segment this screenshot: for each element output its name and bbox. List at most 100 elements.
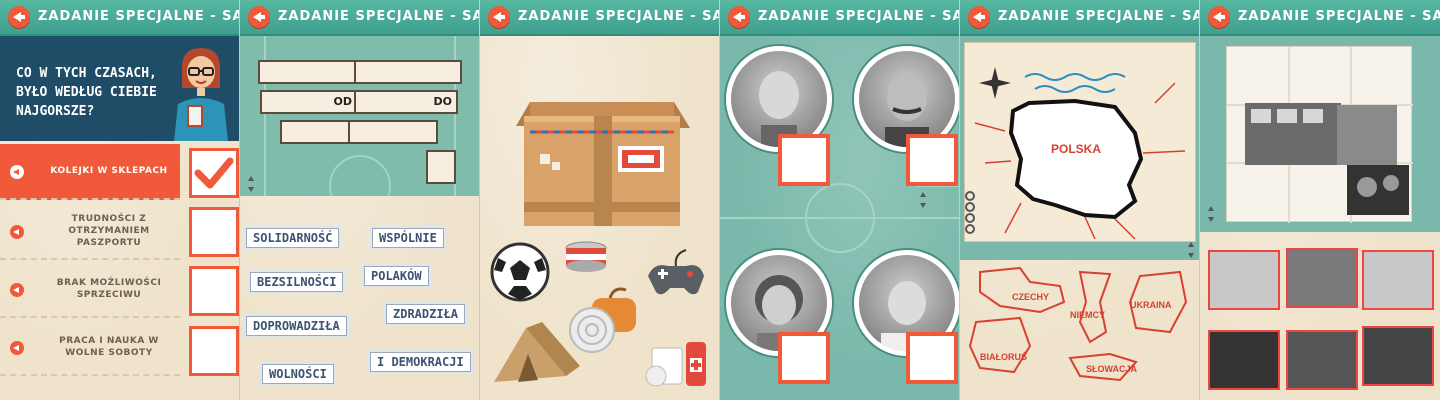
scroll-arrows-icon[interactable] [918, 192, 928, 208]
drop-slot[interactable] [280, 120, 352, 144]
panel-title: ZADANIE SPECJALNE - SALA G [278, 9, 479, 24]
match-box[interactable] [778, 134, 830, 186]
back-arrow-icon[interactable] [488, 6, 510, 28]
panel-header: ZADANIE SPECJALNE - SALA B [0, 0, 239, 36]
panel-title: ZADANIE SPECJALNE - SALA A [758, 9, 959, 24]
answer-bullet-icon [10, 225, 24, 239]
answer-label: BRAK MOŻLIWOŚCI SPRZECIWU [56, 278, 162, 300]
puzzle-image [1227, 47, 1413, 223]
word-tile[interactable]: ZDRADZIŁA [386, 304, 466, 324]
scroll-arrows-icon[interactable] [246, 176, 256, 192]
back-arrow-icon[interactable] [968, 6, 990, 28]
answer-label: PRACA I NAUKA W WOLNE SOBOTY [59, 336, 159, 358]
panel-sala-e: ZADANIE SPECJALNE - SALA E [1200, 0, 1440, 400]
panel-title: ZADANIE SPECJALNE - SALA B [38, 9, 239, 24]
tin-can-icon[interactable] [565, 241, 607, 272]
map-piece [1078, 270, 1112, 344]
answer-checkbox[interactable] [189, 326, 239, 376]
country-label: BIAŁORUŚ [980, 352, 1027, 362]
question-text: CO W TYCH CZASACH, BYŁO WEDŁUG CIEBIE NA… [16, 66, 157, 119]
spiral-binding-icon [960, 190, 976, 234]
word-tile[interactable]: BEZSILNOŚCI [250, 272, 344, 292]
map-piece [979, 266, 1066, 314]
teacher-avatar [174, 48, 228, 141]
question-box: CO W TYCH CZASACH, BYŁO WEDŁUG CIEBIE NA… [0, 36, 239, 141]
word-tile[interactable]: WSPÓLNIE [372, 228, 444, 248]
panel-header: ZADANIE SPECJALNE - SALA A [720, 0, 959, 36]
drop-slot-do[interactable]: DO [354, 90, 458, 114]
tent-icon[interactable] [494, 322, 580, 382]
drop-slot[interactable] [426, 150, 456, 184]
back-arrow-icon[interactable] [8, 6, 30, 28]
puzzle-piece[interactable] [1286, 330, 1358, 390]
do-label: DO [433, 95, 452, 108]
country-label: UKRAINA [1130, 300, 1172, 310]
sentence-board: OD DO [240, 36, 479, 196]
answer-checkbox[interactable] [189, 207, 239, 257]
puzzle-piece[interactable] [1208, 250, 1280, 310]
panel-title: ZADANIE SPECJALNE - SALA E [1238, 9, 1440, 24]
drop-slot[interactable] [354, 60, 462, 84]
puzzle-board [1200, 36, 1440, 232]
football-icon[interactable] [490, 242, 550, 302]
answer-option[interactable]: TRUDNOŚCI Z OTRZYMANIEM PASZPORTU [0, 204, 180, 260]
answer-label: TRUDNOŚCI Z OTRZYMANIEM PASZPORTU [68, 214, 150, 248]
match-box[interactable] [906, 332, 958, 384]
gamepad-icon[interactable] [648, 249, 704, 295]
panel-header: ZADANIE SPECJALNE - SALA F [960, 0, 1199, 36]
puzzle-piece[interactable] [1286, 248, 1358, 308]
answer-option[interactable]: KOLEJKI W SKLEPACH [0, 144, 180, 200]
answer-checkbox[interactable] [189, 148, 239, 198]
answer-bullet-icon [10, 283, 24, 297]
panel-title: ZADANIE SPECJALNE - SALA D [518, 9, 719, 24]
back-arrow-icon[interactable] [1208, 6, 1230, 28]
back-arrow-icon[interactable] [728, 6, 750, 28]
back-arrow-icon[interactable] [248, 6, 270, 28]
items-scene [490, 102, 706, 387]
puzzle-piece[interactable] [1208, 330, 1280, 390]
match-box[interactable] [906, 134, 958, 186]
word-tile[interactable]: POLAKÓW [364, 266, 429, 286]
country-label: POLSKA [1051, 142, 1101, 156]
puzzle-piece[interactable] [1362, 326, 1434, 386]
sleeping-bag-icon[interactable] [569, 287, 636, 353]
panel-sala-g: ZADANIE SPECJALNE - SALA G OD DO SOLIDAR… [240, 0, 480, 400]
answer-bullet-icon [10, 165, 24, 179]
scroll-arrows-icon[interactable] [1186, 242, 1196, 258]
first-aid-kit-icon[interactable] [645, 342, 706, 387]
panel-header: ZADANIE SPECJALNE - SALA G [240, 0, 479, 36]
panel-header: ZADANIE SPECJALNE - SALA D [480, 0, 719, 36]
check-icon [194, 157, 234, 189]
word-tile[interactable]: SOLIDARNOŚĆ [246, 228, 340, 248]
panel-sala-f: ZADANIE SPECJALNE - SALA F POLSKA CZECHY… [960, 0, 1200, 400]
map-card: POLSKA [964, 42, 1196, 242]
cardboard-box-icon[interactable] [516, 102, 690, 226]
puzzle-frame [1226, 46, 1413, 223]
neighbor-pieces [968, 266, 1188, 382]
match-box[interactable] [778, 332, 830, 384]
country-label: NIEMCY [1070, 310, 1106, 320]
poland-map: POLSKA [974, 67, 1186, 240]
map-piece [968, 316, 1032, 374]
drop-slot[interactable] [348, 120, 438, 144]
panel-sala-d: ZADANIE SPECJALNE - SALA D [480, 0, 720, 400]
answer-bullet-icon [10, 341, 24, 355]
drop-slot[interactable] [258, 60, 358, 84]
word-tile[interactable]: I DEMOKRACJI [370, 352, 471, 372]
answer-option[interactable]: PRACA I NAUKA W WOLNE SOBOTY [0, 320, 180, 376]
od-label: OD [333, 95, 352, 108]
map-board: POLSKA [960, 36, 1199, 260]
country-label: SŁOWACJA [1086, 364, 1138, 374]
word-tile[interactable]: WOLNOŚCI [262, 364, 334, 384]
word-tile[interactable]: DOPROWADZIŁA [246, 316, 347, 336]
panel-sala-a: ZADANIE SPECJALNE - SALA A [720, 0, 960, 400]
drop-slot-od[interactable]: OD [260, 90, 358, 114]
scroll-arrows-icon[interactable] [1206, 206, 1216, 222]
answer-checkbox[interactable] [189, 266, 239, 316]
puzzle-piece[interactable] [1362, 250, 1434, 310]
country-label: CZECHY [1012, 292, 1050, 302]
answer-label: KOLEJKI W SKLEPACH [50, 166, 168, 176]
panel-header: ZADANIE SPECJALNE - SALA E [1200, 0, 1440, 36]
answer-option[interactable]: BRAK MOŻLIWOŚCI SPRZECIWU [0, 262, 180, 318]
panel-sala-b: ZADANIE SPECJALNE - SALA B CO W TYCH CZA… [0, 0, 240, 400]
